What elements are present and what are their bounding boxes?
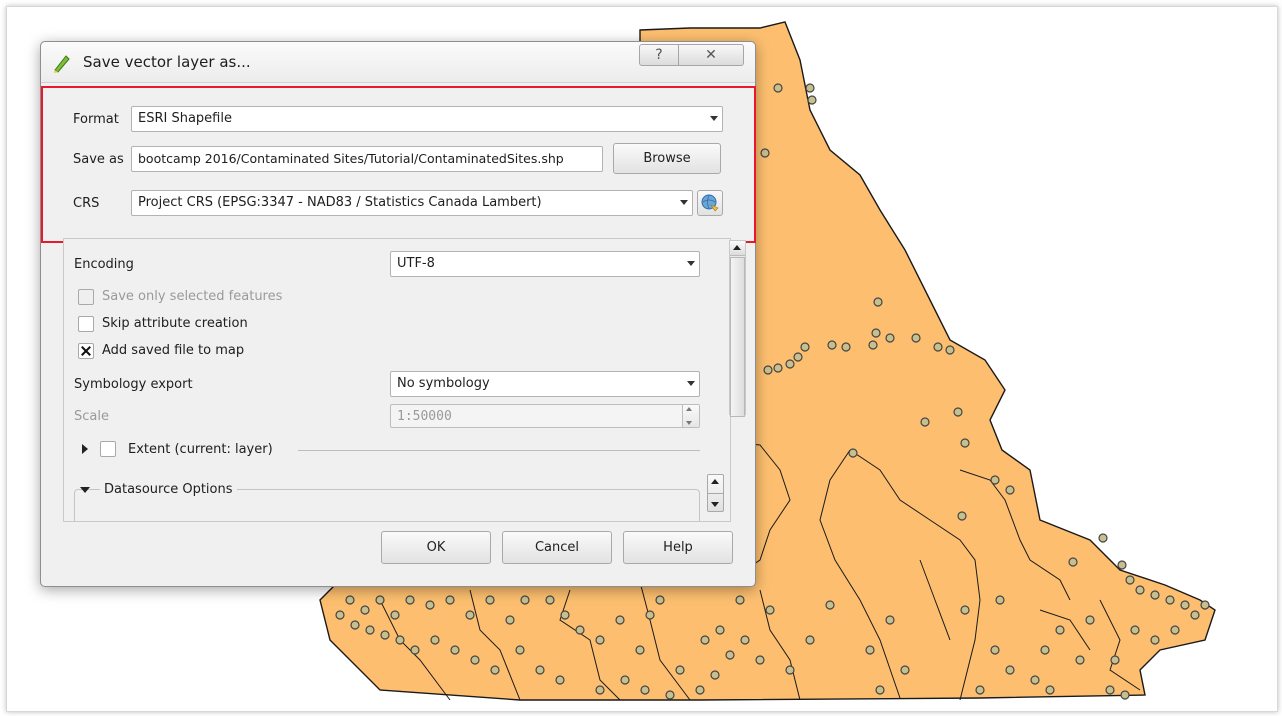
help-label: Help [663, 540, 693, 555]
skip-attr-label: Skip attribute creation [102, 316, 248, 331]
save-selected-checkbox[interactable] [78, 289, 94, 305]
expand-arrow-icon[interactable] [82, 444, 88, 454]
options-scrollbar[interactable] [729, 240, 746, 417]
dialog-titlebar[interactable]: Save vector layer as... ? ✕ [41, 42, 755, 83]
ok-label: OK [426, 540, 446, 555]
arrow-down-icon [711, 502, 719, 507]
globe-crs-icon [701, 194, 719, 212]
options-scroll-area[interactable]: Encoding UTF-8 Save only selected featur… [63, 238, 731, 522]
question-icon: ? [655, 47, 663, 63]
scale-spinbox[interactable]: 1:50000 [390, 404, 700, 428]
qgis-icon [54, 55, 70, 73]
format-value: ESRI Shapefile [138, 111, 232, 126]
encoding-select[interactable]: UTF-8 [390, 251, 700, 277]
crs-label: CRS [73, 196, 100, 211]
close-icon: ✕ [705, 47, 717, 63]
ok-button[interactable]: OK [381, 531, 491, 564]
cancel-label: Cancel [534, 540, 580, 555]
inner-scroll-stepper[interactable] [707, 474, 724, 512]
crs-select[interactable]: Project CRS (EPSG:3347 - NAD83 / Statist… [131, 190, 693, 216]
format-label: Format [73, 112, 119, 127]
add-to-map-label: Add saved file to map [102, 343, 245, 358]
extent-divider [298, 450, 700, 451]
symbology-value: No symbology [397, 376, 490, 391]
skip-attr-checkbox[interactable] [78, 316, 94, 332]
chevron-down-icon [710, 116, 718, 121]
scale-label: Scale [74, 409, 109, 424]
save-as-label: Save as [73, 152, 124, 167]
extent-label: Extent (current: layer) [128, 442, 273, 457]
scale-value: 1:50000 [397, 409, 452, 424]
symbology-label: Symbology export [74, 377, 193, 392]
chevron-down-icon [687, 381, 695, 386]
title-close-button[interactable]: ✕ [678, 44, 744, 66]
chevron-down-icon [687, 261, 695, 266]
arrow-up-icon [733, 245, 741, 250]
title-help-button[interactable]: ? [639, 44, 679, 66]
crs-selector-button[interactable] [697, 190, 723, 216]
browse-button[interactable]: Browse [613, 143, 721, 174]
crs-value: Project CRS (EPSG:3347 - NAD83 / Statist… [138, 195, 542, 210]
chevron-down-icon [680, 200, 688, 205]
save-as-input[interactable]: bootcamp 2016/Contaminated Sites/Tutoria… [131, 146, 603, 172]
dialog-title: Save vector layer as... [83, 53, 251, 71]
encoding-value: UTF-8 [397, 256, 435, 271]
browse-label: Browse [643, 151, 691, 166]
format-select[interactable]: ESRI Shapefile [131, 106, 723, 132]
arrow-up-icon [711, 479, 719, 484]
save-selected-label: Save only selected features [102, 289, 283, 304]
scroll-thumb[interactable] [730, 257, 745, 417]
collapse-arrow-icon[interactable] [80, 487, 90, 493]
extent-checkbox[interactable] [100, 441, 116, 457]
encoding-label: Encoding [74, 257, 134, 272]
add-to-map-checkbox[interactable] [78, 343, 94, 359]
save-vector-dialog: Save vector layer as... ? ✕ Format ESRI … [40, 41, 756, 587]
save-as-value: bootcamp 2016/Contaminated Sites/Tutoria… [138, 151, 564, 166]
datasource-label: Datasource Options [100, 482, 237, 497]
symbology-select[interactable]: No symbology [390, 371, 700, 397]
cancel-button[interactable]: Cancel [502, 531, 612, 564]
spin-arrows-icon [682, 405, 699, 427]
help-button[interactable]: Help [623, 531, 733, 564]
scroll-up-button[interactable] [730, 241, 745, 256]
